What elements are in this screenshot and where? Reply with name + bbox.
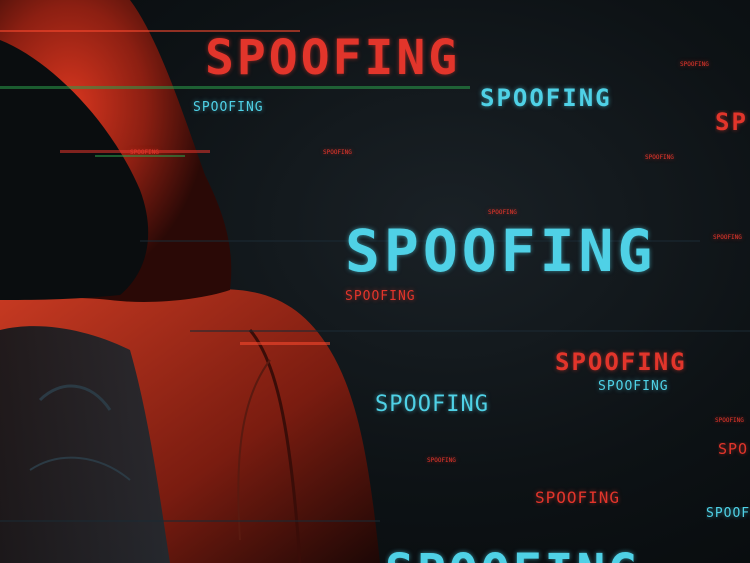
word-spoofing-mid-right-small: SPOOFING <box>598 379 669 394</box>
word-spoofing-right-edge-2: SPO <box>718 442 749 457</box>
glitch-line <box>0 86 470 89</box>
word-spoofing-tiny: SPOOFING <box>427 457 456 464</box>
word-spoofing-center-big: SPOOFING <box>345 217 657 285</box>
glitch-line <box>240 342 330 345</box>
word-spoofing-tiny: SPOOFING <box>645 154 674 161</box>
word-spoofing-tiny: SPOOFING <box>323 149 352 156</box>
word-spoofing-top-right: SPOOFING <box>480 84 612 112</box>
word-spoofing-center-small: SPOOFING <box>345 289 416 304</box>
word-spoofing-mid: SPOOFING <box>375 392 489 417</box>
word-spoofing-tiny: SPOOFING <box>488 209 517 216</box>
word-spoofing-bottom: SPOOFING <box>385 548 640 563</box>
word-spoofing-right-edge: SP <box>715 110 748 134</box>
word-spoofing-tiny: SPOOFING <box>680 61 709 68</box>
word-spoofing-top-big: SPOOFING <box>205 30 461 86</box>
word-spoofing-mid-right: SPOOFING <box>555 348 687 376</box>
word-spoofing-tiny: SPOOFING <box>130 149 159 156</box>
background-scene: SPOOFING SPOOFING SPOOFING SP SPOOFING S… <box>0 0 750 563</box>
glitch-line <box>0 520 380 522</box>
word-spoofing-tiny: SPOOFING <box>715 417 744 424</box>
word-spoofing-top-left-small: SPOOFING <box>193 100 264 115</box>
word-spoofing-tiny: SPOOFING <box>713 234 742 241</box>
word-spoofing-low-right: SPOOFING <box>706 507 750 520</box>
glitch-line <box>190 330 750 332</box>
word-spoofing-low: SPOOFING <box>535 488 621 507</box>
